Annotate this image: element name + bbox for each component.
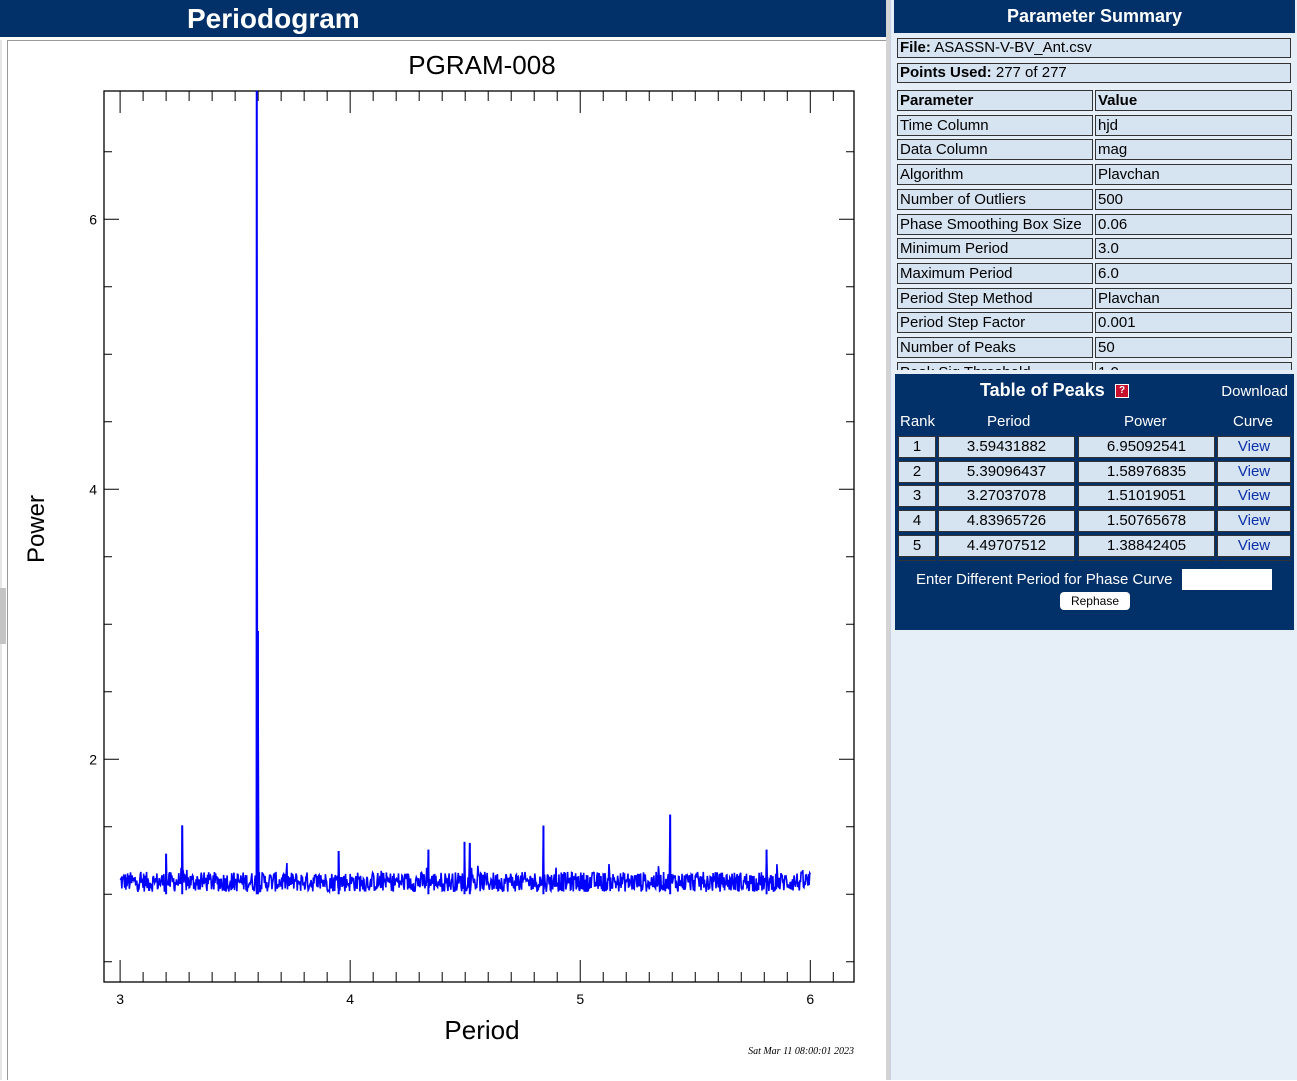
param-name-cell: Number of Peaks bbox=[897, 337, 1093, 358]
param-name-cell: Data Column bbox=[897, 139, 1093, 161]
peak-power-cell: 1.51019051 bbox=[1078, 485, 1215, 508]
x-axis-label: Period bbox=[444, 1015, 519, 1045]
param-name-cell: Time Column bbox=[897, 114, 1093, 136]
parameter-summary-scroll[interactable]: File: ASASSN-V-BV_Ant.csv Points Used: 2… bbox=[896, 36, 1294, 370]
param-value-cell: Plavchan bbox=[1095, 164, 1292, 186]
peak-period-cell: 3.59431882 bbox=[938, 436, 1075, 458]
file-row: File: ASASSN-V-BV_Ant.csv bbox=[897, 38, 1291, 58]
periodogram-title: Periodogram bbox=[187, 3, 360, 34]
y-tick-label: 2 bbox=[89, 751, 97, 767]
table-of-peaks-panel: Table of Peaks ? Download Rank Period Po… bbox=[895, 374, 1294, 630]
peak-rank-cell: 1 bbox=[898, 436, 936, 458]
periodogram-pane: Periodogram PGRAM-008 3 4 5 6 2 4 6 Period Pow… bbox=[0, 0, 889, 1080]
param-value-cell: hjd bbox=[1095, 114, 1292, 136]
points-used-label: Points Used: bbox=[900, 64, 992, 81]
view-curve-link[interactable] bbox=[1217, 559, 1291, 561]
plot-timestamp: Sat Mar 11 08:00:01 2023 bbox=[748, 1046, 854, 1057]
view-curve-link[interactable]: View bbox=[1217, 485, 1291, 508]
view-curve-link[interactable]: View bbox=[1217, 534, 1291, 557]
peak-power-cell bbox=[1078, 559, 1215, 561]
chart-title: PGRAM-008 bbox=[408, 50, 555, 80]
param-value-cell: 500 bbox=[1095, 188, 1292, 210]
curve-column-header: Curve bbox=[1233, 413, 1274, 430]
file-label: File: bbox=[900, 39, 931, 56]
rank-column-header: Rank bbox=[900, 413, 936, 430]
axis-ticks bbox=[104, 91, 854, 982]
view-curve-link[interactable]: View bbox=[1217, 460, 1291, 483]
points-used-row: Points Used: 277 of 277 bbox=[897, 63, 1291, 83]
peak-period-cell: 3.27037078 bbox=[938, 485, 1075, 508]
points-used-value: 277 of 277 bbox=[995, 64, 1067, 81]
param-value-cell: Plavchan bbox=[1095, 287, 1292, 309]
periodogram-plot-frame: PGRAM-008 3 4 5 6 2 4 6 Period Power Sat Mar 1… bbox=[7, 40, 887, 1080]
param-value-cell: 0.06 bbox=[1095, 213, 1292, 235]
table-of-peaks-title: Table of Peaks bbox=[980, 380, 1105, 400]
peaks-table-body[interactable]: 1 3.59431882 6.95092541 View 2 5.39096437 1.58… bbox=[895, 435, 1294, 561]
y-tick-label: 6 bbox=[89, 211, 97, 227]
param-name-cell: Algorithm bbox=[897, 164, 1093, 186]
left-scroll-handle[interactable] bbox=[0, 588, 6, 644]
param-name-cell: Maximum Period bbox=[897, 262, 1093, 284]
param-value-cell: 6.0 bbox=[1095, 262, 1292, 284]
param-name-cell: Phase Smoothing Box Size bbox=[897, 213, 1093, 235]
param-value-cell: 1.0 bbox=[1095, 361, 1292, 370]
x-tick-label: 3 bbox=[116, 991, 124, 1007]
y-tick-label: 4 bbox=[89, 481, 97, 497]
parameter-summary-title: Parameter Summary bbox=[1006, 6, 1183, 26]
periodogram-chart: PGRAM-008 3 4 5 6 2 4 6 Period Power Sat Mar 1… bbox=[23, 50, 855, 1057]
param-name-cell: Minimum Period bbox=[897, 238, 1093, 260]
param-name-cell: Number of Outliers bbox=[897, 188, 1093, 210]
periodogram-header: Periodogram bbox=[0, 0, 889, 37]
period-column-header: Period bbox=[987, 413, 1031, 430]
y-axis-label: Power bbox=[23, 495, 50, 563]
download-link[interactable]: Download bbox=[1221, 383, 1288, 400]
param-name-cell: Peak Sig Threshold bbox=[897, 361, 1093, 370]
peak-rank-cell: 2 bbox=[898, 460, 936, 483]
x-tick-label: 4 bbox=[346, 991, 354, 1007]
peak-power-cell: 6.95092541 bbox=[1078, 436, 1215, 458]
rephase-button[interactable]: Rephase bbox=[1060, 592, 1130, 610]
plot-area-border bbox=[103, 90, 855, 983]
peak-power-cell: 1.50765678 bbox=[1078, 510, 1215, 533]
power-series-line bbox=[119, 90, 811, 895]
summary-pane: Parameter Summary File: ASASSN-V-BV_Ant.… bbox=[890, 0, 1297, 1080]
peak-period-cell: 4.49707512 bbox=[938, 534, 1075, 557]
peak-rank-cell: 6 bbox=[898, 559, 936, 561]
param-name-cell: Period Step Method bbox=[897, 287, 1093, 309]
peak-period-cell: 5.39096437 bbox=[938, 460, 1075, 483]
view-curve-link[interactable]: View bbox=[1217, 436, 1291, 458]
param-value-cell: 3.0 bbox=[1095, 238, 1292, 260]
help-icon[interactable]: ? bbox=[1115, 384, 1129, 398]
peak-rank-cell: 3 bbox=[898, 485, 936, 508]
value-column-header: Value bbox=[1095, 90, 1292, 111]
left-scroll-edge bbox=[0, 40, 2, 1080]
peak-power-cell: 1.38842405 bbox=[1078, 534, 1215, 557]
peak-rank-cell: 5 bbox=[898, 534, 936, 557]
parameter-summary-header: Parameter Summary bbox=[894, 0, 1295, 33]
x-tick-label: 6 bbox=[806, 991, 814, 1007]
parameter-column-header: Parameter bbox=[897, 90, 1093, 111]
file-value: ASASSN-V-BV_Ant.csv bbox=[934, 39, 1092, 56]
peak-power-cell: 1.58976835 bbox=[1078, 460, 1215, 483]
rephase-label: Enter Different Period for Phase Curve bbox=[916, 571, 1173, 588]
view-curve-link[interactable]: View bbox=[1217, 510, 1291, 533]
power-column-header: Power bbox=[1124, 413, 1167, 430]
param-name-cell: Period Step Factor bbox=[897, 312, 1093, 334]
x-tick-label: 5 bbox=[576, 991, 584, 1007]
peak-rank-cell: 4 bbox=[898, 510, 936, 533]
peak-period-cell bbox=[938, 559, 1075, 561]
series-power bbox=[119, 90, 811, 895]
param-value-cell: 0.001 bbox=[1095, 312, 1292, 334]
period-input[interactable] bbox=[1182, 569, 1272, 590]
param-value-cell: mag bbox=[1095, 139, 1292, 161]
peak-period-cell: 4.83965726 bbox=[938, 510, 1075, 533]
param-value-cell: 50 bbox=[1095, 337, 1292, 358]
